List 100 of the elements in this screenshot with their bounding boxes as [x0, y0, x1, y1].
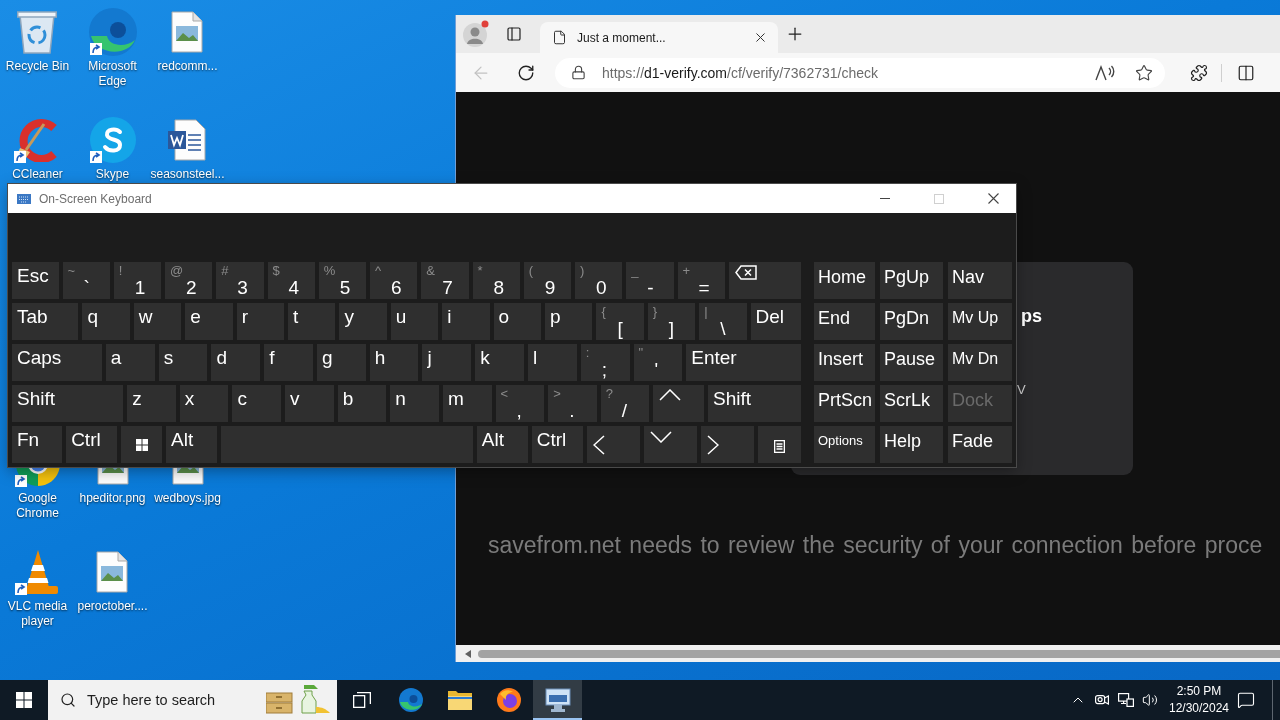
- keyboard-key[interactable]: v: [285, 385, 334, 422]
- keyboard-key[interactable]: ^ 6: [370, 262, 418, 299]
- scrollbar-thumb[interactable]: [478, 649, 1280, 658]
- refresh-icon[interactable]: [517, 63, 535, 82]
- keyboard-key[interactable]: Pause: [880, 344, 943, 381]
- keyboard-key[interactable]: < ,: [495, 385, 545, 422]
- keyboard-key[interactable]: % 5: [318, 262, 366, 299]
- keyboard-key[interactable]: o: [493, 303, 541, 340]
- keyboard-key[interactable]: Fade: [948, 426, 1012, 463]
- panel-icon[interactable]: [506, 26, 522, 42]
- favorite-star-icon[interactable]: [1135, 63, 1153, 82]
- keyboard-key[interactable]: p: [545, 303, 593, 340]
- desktop-item[interactable]: Skype: [88, 116, 137, 182]
- profile-avatar-icon[interactable]: [462, 20, 489, 48]
- keyboard-key[interactable]: t: [288, 303, 336, 340]
- keyboard-key[interactable]: _ -: [626, 262, 674, 299]
- keyboard-key[interactable]: l: [528, 344, 577, 381]
- search-field[interactable]: Type here to search: [48, 680, 337, 720]
- arrow-key[interactable]: [643, 426, 697, 463]
- keyboard-key[interactable]: Alt: [476, 426, 528, 463]
- keyboard-key[interactable]: i: [442, 303, 490, 340]
- keyboard-key[interactable]: ScrLk: [880, 385, 943, 422]
- extensions-icon[interactable]: [1190, 63, 1208, 82]
- keyboard-key[interactable]: Shift: [708, 385, 802, 422]
- browser-tab[interactable]: Just a moment...: [540, 22, 778, 53]
- keyboard-key[interactable]: Caps: [12, 344, 102, 381]
- clock-time[interactable]: 2:50 PM: [1176, 683, 1222, 700]
- split-screen-icon[interactable]: [1237, 63, 1255, 82]
- keyboard-key[interactable]: Mv Dn: [948, 344, 1012, 381]
- keyboard-key[interactable]: } ]: [647, 303, 696, 340]
- keyboard-key[interactable]: Options: [814, 426, 875, 463]
- keyboard-key[interactable]: g: [316, 344, 366, 381]
- keyboard-key[interactable]: z: [127, 385, 176, 422]
- desktop-item[interactable]: Recycle Bin: [5, 8, 70, 74]
- desktop-item[interactable]: seasonsteel...: [150, 116, 225, 182]
- keyboard-key[interactable]: Shift: [12, 385, 124, 422]
- desktop-item[interactable]: CCleaner: [12, 116, 63, 182]
- keyboard-key[interactable]: + =: [677, 262, 725, 299]
- close-icon[interactable]: [987, 193, 999, 204]
- desktop-item[interactable]: VLC media player: [0, 548, 75, 629]
- clock-date[interactable]: 12/30/2024: [1168, 700, 1230, 717]
- keyboard-key[interactable]: ( 9: [523, 262, 571, 299]
- keyboard-key[interactable]: Nav: [948, 262, 1012, 299]
- keyboard-key[interactable]: Del: [750, 303, 801, 340]
- keyboard-key[interactable]: ? /: [600, 385, 650, 422]
- close-tab-icon[interactable]: [753, 30, 768, 45]
- keyboard-key[interactable]: > .: [548, 385, 597, 422]
- keyboard-key[interactable]: h: [369, 344, 419, 381]
- keyboard-key[interactable]: k: [475, 344, 524, 381]
- notification-icon[interactable]: [1237, 691, 1255, 709]
- keyboard-key[interactable]: Help: [880, 426, 943, 463]
- keyboard-key[interactable]: Ctrl: [66, 426, 118, 463]
- keyboard-key[interactable]: w: [133, 303, 182, 340]
- address-field[interactable]: https://d1-verify.com/cf/verify/7362731/check: [555, 57, 1165, 88]
- arrow-key[interactable]: [653, 385, 705, 422]
- keyboard-key[interactable]: # 3: [216, 262, 264, 299]
- desktop-item[interactable]: redcomm...: [157, 8, 218, 74]
- keyboard-key[interactable]: a: [105, 344, 155, 381]
- keyboard-key[interactable]: PrtScn: [814, 385, 875, 422]
- keyboard-key[interactable]: q: [82, 303, 130, 340]
- keyboard-key[interactable]: End: [814, 303, 875, 340]
- webcam-icon[interactable]: [1095, 693, 1109, 707]
- keyboard-key[interactable]: & 7: [421, 262, 469, 299]
- keyboard-key[interactable]: @ 2: [165, 262, 213, 299]
- keyboard-key[interactable]: PgUp: [880, 262, 943, 299]
- keyboard-key[interactable]: x: [179, 385, 229, 422]
- keyboard-key[interactable]: PgDn: [880, 303, 943, 340]
- volume-icon[interactable]: [1142, 692, 1158, 708]
- keyboard-key[interactable]: j: [422, 344, 472, 381]
- keyboard-key[interactable]: m: [442, 385, 492, 422]
- keyboard-key[interactable]: ~ `: [62, 262, 110, 299]
- keyboard-key[interactable]: ! 1: [113, 262, 161, 299]
- keyboard-key[interactable]: " ': [633, 344, 683, 381]
- keyboard-key[interactable]: n: [390, 385, 439, 422]
- network-icon[interactable]: [1118, 693, 1134, 707]
- keyboard-key[interactable]: d: [211, 344, 261, 381]
- keyboard-key[interactable]: Fn: [12, 426, 63, 463]
- keyboard-key[interactable]: c: [232, 385, 282, 422]
- keyboard-key[interactable]: : ;: [580, 344, 630, 381]
- keyboard-key[interactable]: Tab: [12, 303, 79, 340]
- desktop-item[interactable]: Microsoft Edge: [75, 8, 150, 89]
- keyboard-key[interactable]: s: [158, 344, 208, 381]
- keyboard-key[interactable]: Alt: [166, 426, 218, 463]
- keyboard-key[interactable]: r: [236, 303, 285, 340]
- keyboard-key[interactable]: | \: [699, 303, 747, 340]
- keyboard-key[interactable]: u: [390, 303, 439, 340]
- taskbar-button[interactable]: [533, 680, 582, 720]
- windows-logo-icon[interactable]: [16, 692, 32, 708]
- keyboard-key[interactable]: ) 0: [575, 262, 623, 299]
- keyboard-key[interactable]: Esc: [12, 262, 59, 299]
- read-aloud-icon[interactable]: [1095, 64, 1115, 81]
- scroll-left-arrow-icon[interactable]: [465, 649, 471, 658]
- keyboard-key[interactable]: Ctrl: [531, 426, 583, 463]
- keyboard-key[interactable]: Mv Up: [948, 303, 1012, 340]
- keyboard-key[interactable]: * 8: [472, 262, 520, 299]
- keyboard-key[interactable]: Insert: [814, 344, 875, 381]
- keyboard-key[interactable]: { [: [596, 303, 644, 340]
- backspace-key[interactable]: [728, 262, 802, 299]
- keyboard-key[interactable]: e: [185, 303, 233, 340]
- keyboard-key[interactable]: f: [264, 344, 313, 381]
